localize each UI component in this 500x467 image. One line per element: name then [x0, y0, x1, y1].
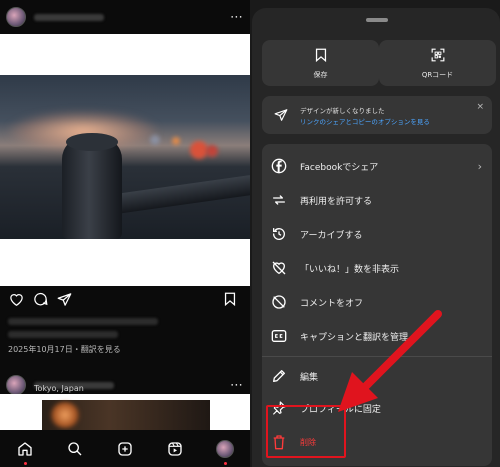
bottom-navigation [0, 430, 250, 467]
avatar[interactable] [6, 375, 26, 395]
drag-handle[interactable] [366, 18, 388, 22]
chevron-right-icon: › [477, 159, 482, 173]
bokeh-light [50, 402, 80, 428]
blurred-caption [8, 318, 158, 325]
archive-icon [270, 225, 288, 243]
menu-item-label: コメントをオフ [300, 298, 364, 309]
menu-item-label: キャプションと翻訳を管理 [300, 332, 409, 343]
blurred-username [34, 13, 104, 21]
post-date: 2025年10月17日・翻訳を見る [8, 345, 121, 354]
qr-code-icon [431, 47, 445, 66]
bokeh-light [206, 145, 218, 157]
bokeh-light [150, 135, 160, 145]
bollard-cap [66, 133, 118, 151]
post-location: Tokyo, Japan [34, 384, 84, 393]
search-icon[interactable] [65, 439, 85, 459]
post-image[interactable] [0, 75, 250, 239]
menu-item-hide-likes[interactable]: 「いいね！」数を非表示 [262, 252, 492, 284]
notification-dot [223, 461, 227, 465]
menu-item-label: 再利用を許可する [300, 196, 373, 207]
heart-icon[interactable] [8, 291, 24, 307]
options-sheet: 保存 QRコード デザインが新しくなりました リンクのシェアとコピーのオプション… [252, 8, 500, 467]
save-button[interactable]: 保存 [262, 40, 379, 86]
comment-icon[interactable] [32, 291, 48, 307]
notification-dot [23, 461, 27, 465]
reels-icon[interactable] [165, 439, 185, 459]
remix-icon [270, 191, 288, 209]
bookmark-icon[interactable] [222, 291, 238, 307]
bookmark-icon [315, 47, 327, 66]
qr-code-button[interactable]: QRコード [379, 40, 496, 86]
qr-code-label: QRコード [421, 70, 454, 79]
comments-off-icon [270, 293, 288, 311]
post-image-frame [0, 394, 250, 430]
menu-item-turn-off-comments[interactable]: コメントをオフ [262, 286, 492, 318]
more-options-icon[interactable]: ⋯ [230, 10, 244, 25]
menu-divider [262, 356, 492, 357]
create-icon[interactable] [115, 439, 135, 459]
post-header: ⋯ [0, 0, 250, 34]
menu-item-label: 編集 [300, 372, 319, 383]
save-label: 保存 [313, 70, 328, 79]
menu-item-label: アーカイブする [300, 230, 363, 241]
menu-item-edit[interactable]: 編集 [262, 360, 492, 392]
menu-item-allow-remix[interactable]: 再利用を許可する [262, 184, 492, 216]
send-icon [274, 107, 288, 126]
avatar [216, 439, 234, 458]
notice-title: デザインが新しくなりました [300, 107, 385, 115]
captions-icon [270, 327, 288, 345]
design-notice[interactable]: デザインが新しくなりました リンクのシェアとコピーのオプションを見る × [262, 96, 492, 134]
hide-likes-icon [270, 259, 288, 277]
pencil-icon [270, 367, 288, 385]
menu-item-label: Facebookでシェア [300, 162, 379, 173]
more-options-icon[interactable]: ⋯ [230, 378, 244, 393]
delete-highlight-box [266, 405, 346, 458]
menu-item-share-facebook[interactable]: Facebookでシェア › [262, 150, 492, 182]
menu-item-label: 「いいね！」数を非表示 [300, 264, 400, 275]
close-icon[interactable]: × [476, 102, 484, 112]
bollard [62, 137, 122, 239]
share-icon[interactable] [56, 291, 72, 307]
feed-panel: ⋯ 2025年10月17日・翻訳を見る ⋯ Tokyo, Japan [0, 0, 250, 467]
post-actions [0, 288, 250, 310]
home-icon[interactable] [15, 439, 35, 465]
notice-link[interactable]: リンクのシェアとコピーのオプションを見る [300, 116, 430, 126]
profile-icon[interactable] [215, 439, 235, 465]
bokeh-light [172, 137, 180, 145]
blurred-caption [8, 331, 118, 338]
avatar[interactable] [6, 7, 26, 27]
facebook-icon [270, 157, 288, 175]
menu-item-archive[interactable]: アーカイブする [262, 218, 492, 250]
post-image-frame [0, 34, 250, 286]
menu-item-manage-captions[interactable]: キャプションと翻訳を管理 [262, 320, 492, 352]
